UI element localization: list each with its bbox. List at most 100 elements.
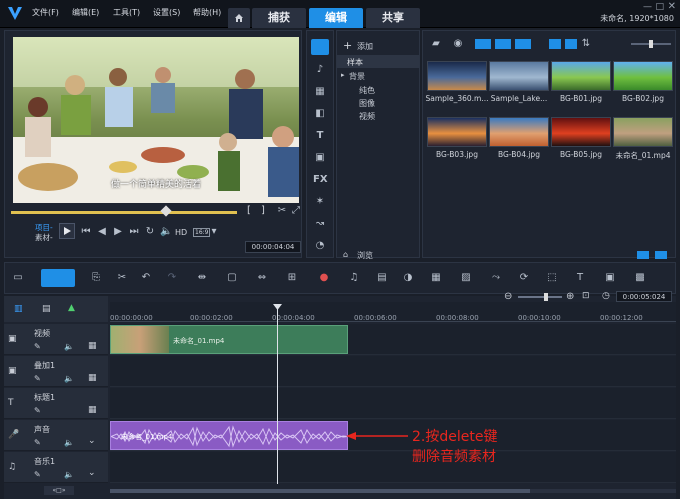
library-thumbnail[interactable] bbox=[489, 61, 549, 91]
project-duration[interactable]: 0:00:05:024 bbox=[616, 291, 672, 302]
ripple-icon[interactable]: ▦ bbox=[88, 341, 97, 351]
menu-settings[interactable]: 设置(S) bbox=[153, 7, 180, 18]
thumb-size-handle[interactable] bbox=[649, 40, 653, 48]
library-thumbnail[interactable] bbox=[613, 61, 673, 91]
mark-in-button[interactable]: [ bbox=[247, 205, 251, 216]
instant-project-icon[interactable]: ▦ bbox=[315, 87, 325, 97]
screen-icon[interactable]: ⬚ bbox=[547, 273, 557, 283]
expand-icon[interactable]: ▸ bbox=[341, 71, 345, 79]
track-manager-icon[interactable]: ▥ bbox=[14, 304, 23, 314]
graphics-icon[interactable]: ▣ bbox=[315, 153, 325, 163]
panel-toggle-2[interactable] bbox=[655, 251, 667, 259]
enlarge-icon[interactable]: ⤢ bbox=[291, 206, 301, 216]
export-icon[interactable]: ▩ bbox=[635, 273, 645, 283]
menu-tools[interactable]: 工具(T) bbox=[113, 7, 140, 18]
speed-icon[interactable]: ◔ bbox=[315, 241, 325, 251]
library-thumbnail[interactable] bbox=[613, 117, 673, 147]
chevron-down-icon[interactable]: ⌄ bbox=[88, 436, 96, 446]
sort-icon[interactable]: ⇅ bbox=[581, 39, 591, 49]
add-folder-icon[interactable]: + bbox=[343, 39, 352, 52]
scrollbar-thumb[interactable] bbox=[110, 489, 530, 493]
skip-start-icon[interactable]: ⏮ bbox=[81, 227, 91, 237]
split-clip-icon[interactable]: ✂ bbox=[277, 206, 287, 216]
tab-capture[interactable]: 捕获 bbox=[252, 8, 306, 28]
fx-icon[interactable]: FX bbox=[313, 175, 328, 185]
edit-icon[interactable]: ✎ bbox=[34, 470, 41, 479]
minimize-icon[interactable]: — bbox=[643, 2, 652, 12]
close-icon[interactable]: ✕ bbox=[668, 1, 676, 12]
trim-icon[interactable]: ⇹ bbox=[197, 273, 207, 283]
mute-icon[interactable]: 🔈 bbox=[64, 342, 74, 351]
library-thumbnail[interactable] bbox=[551, 61, 611, 91]
tree-item-solid[interactable]: 纯色 bbox=[359, 85, 375, 96]
repeat-icon[interactable]: ↻ bbox=[145, 227, 155, 237]
tree-item-background[interactable]: 背景 bbox=[349, 71, 365, 82]
track-row-overlay[interactable] bbox=[110, 356, 676, 387]
ripple-icon[interactable]: ▦ bbox=[88, 405, 97, 415]
track-row-video[interactable]: 未命名_01.mp4 bbox=[110, 324, 676, 355]
menu-edit[interactable]: 编辑(E) bbox=[72, 7, 99, 18]
mute-icon[interactable]: 🔈 bbox=[64, 374, 74, 383]
playhead-line[interactable] bbox=[277, 306, 278, 484]
ripple-icon[interactable]: ▦ bbox=[88, 373, 97, 383]
track-motion-icon[interactable]: ⇔ bbox=[257, 273, 267, 283]
record-icon[interactable]: ● bbox=[319, 273, 329, 283]
chapter-icon[interactable]: ▤ bbox=[42, 304, 51, 314]
dropdown-icon[interactable]: ▾ bbox=[209, 227, 219, 237]
skip-end-icon[interactable]: ⏭ bbox=[129, 227, 139, 237]
view-list-button[interactable] bbox=[549, 39, 561, 49]
3d-title-icon[interactable]: T bbox=[575, 273, 585, 283]
track-head-overlay[interactable]: ▣ 叠加1 ✎ 🔈 ▦ bbox=[4, 356, 108, 387]
split-screen-icon[interactable]: ◑ bbox=[403, 273, 413, 283]
track-head-voice[interactable]: 🎤 声音 ✎ 🔈 ⌄ bbox=[4, 420, 108, 451]
zoom-in-icon[interactable]: ⊕ bbox=[566, 291, 574, 302]
edit-icon[interactable]: ✎ bbox=[34, 438, 41, 447]
mode-clip[interactable]: 素材- bbox=[35, 232, 53, 243]
step-forward-icon[interactable]: ▶ bbox=[113, 227, 123, 237]
menu-help[interactable]: 帮助(H) bbox=[193, 7, 221, 18]
aspect-ratio[interactable]: 16:9 bbox=[193, 228, 211, 237]
tree-item-image[interactable]: 图像 bbox=[359, 98, 375, 109]
undo-icon[interactable]: ↶ bbox=[141, 273, 151, 283]
track-row-title[interactable] bbox=[110, 388, 676, 419]
fit-timeline-icon[interactable]: ⊡ bbox=[582, 291, 590, 301]
menu-file[interactable]: 文件(F) bbox=[32, 7, 59, 18]
color-grading-icon[interactable]: ▨ bbox=[461, 273, 471, 283]
transition-icon[interactable]: ◧ bbox=[315, 109, 325, 119]
title-icon[interactable]: T bbox=[315, 131, 325, 141]
timeline-ruler[interactable]: 00:00:00:00 00:00:02:00 00:00:04:00 00:0… bbox=[110, 302, 676, 322]
import-folder-icon[interactable]: ▰ bbox=[431, 39, 441, 49]
tree-item-sample[interactable]: 样本 bbox=[337, 55, 419, 68]
add-folder-label[interactable]: 添加 bbox=[357, 41, 373, 52]
add-marker-icon[interactable]: ▲ bbox=[68, 303, 75, 313]
library-thumbnail[interactable] bbox=[489, 117, 549, 147]
audio-clip[interactable]: 未命名_01.mp4 bbox=[110, 421, 348, 450]
show-audio-button[interactable] bbox=[515, 39, 531, 49]
panel-toggle-1[interactable] bbox=[637, 251, 649, 259]
library-thumbnail[interactable] bbox=[427, 117, 487, 147]
edit-icon[interactable]: ✎ bbox=[34, 342, 41, 351]
play-button[interactable] bbox=[59, 223, 75, 239]
library-thumbnail[interactable] bbox=[427, 61, 487, 91]
chevron-down-icon[interactable]: ⌄ bbox=[88, 468, 96, 478]
timecode-display[interactable]: 00:00:04:04 bbox=[245, 241, 301, 253]
browse-icon[interactable]: ⌂ bbox=[343, 250, 348, 259]
clipboard-icon[interactable]: ⎘ bbox=[91, 273, 101, 283]
hd-toggle[interactable]: HD bbox=[175, 228, 187, 237]
tools-icon[interactable]: ✂ bbox=[117, 273, 127, 283]
track-head-music[interactable]: ♫ 音乐1 ✎ 🔈 ⌄ bbox=[4, 452, 108, 483]
audio-mixer-icon[interactable]: ♫ bbox=[349, 273, 359, 283]
edit-icon[interactable]: ✎ bbox=[34, 374, 41, 383]
show-photo-button[interactable] bbox=[495, 39, 511, 49]
tree-item-video[interactable]: 视频 bbox=[359, 111, 375, 122]
zoom-out-icon[interactable]: ⊖ bbox=[504, 291, 512, 302]
crop-icon[interactable]: ▣ bbox=[605, 273, 615, 283]
track-row-music[interactable] bbox=[110, 452, 676, 483]
scroll-zoom-control[interactable]: «□» bbox=[44, 486, 74, 495]
video-preview[interactable]: 做一个简单精美的活着 bbox=[13, 37, 299, 203]
path-icon[interactable]: ↝ bbox=[315, 219, 325, 229]
redo-icon[interactable]: ↷ bbox=[167, 273, 177, 283]
mask-icon[interactable]: ▤ bbox=[377, 273, 387, 283]
scrubber-track[interactable] bbox=[11, 211, 237, 214]
audio-category-icon[interactable]: ♪ bbox=[315, 65, 325, 75]
